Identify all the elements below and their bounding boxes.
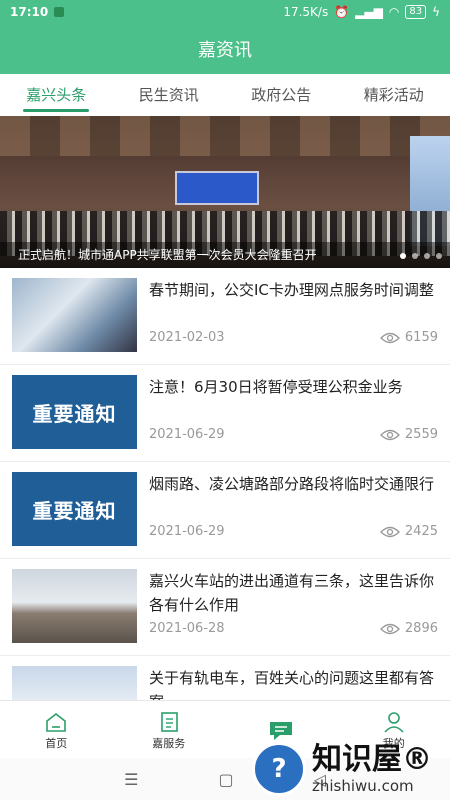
tab-government[interactable]: 政府公告 [225,74,338,116]
home-icon [44,709,68,735]
carousel-dot[interactable] [436,253,442,259]
news-title: 春节期间，公交IC卡办理网点服务时间调整 [149,281,434,299]
question-icon: ? [252,742,306,796]
nav-home-label: 首页 [45,737,68,750]
news-item[interactable]: 嘉兴火车站的进出通道有三条，这里告诉你各有什么作用 2021-06-28 289… [0,559,450,656]
watermark-title: 知识屋® [312,741,432,777]
app-header: 嘉资讯 [0,24,450,74]
home-square-icon[interactable]: ▢ [218,770,233,789]
network-speed: 17.5K/s [283,5,329,19]
signal-icon: ▂▄▆ [355,5,383,19]
news-thumbnail [12,569,137,643]
menu-icon[interactable]: ☰ [124,770,138,789]
charging-icon: ϟ [432,5,440,19]
nav-service-label: 嘉服务 [152,737,186,750]
news-title: 嘉兴火车站的进出通道有三条，这里告诉你各有什么作用 [149,572,435,614]
eye-icon [379,623,400,634]
watermark-subtitle: zhishiwu.com [312,776,414,795]
news-item[interactable]: 重要通知 烟雨路、凌公塘路部分路段将临时交通限行 2021-06-29 2425 [0,462,450,559]
news-date: 2021-06-29 [149,524,225,539]
news-thumbnail-notice: 重要通知 [12,375,137,449]
views-count: 2559 [404,427,438,442]
eye-icon [379,332,400,343]
alarm-icon: ⏰ [334,5,350,19]
banner-ceiling [0,116,450,156]
page-title: 嘉资讯 [198,40,252,61]
tab-livelihood[interactable]: 民生资讯 [113,74,226,116]
news-date: 2021-06-29 [149,427,225,442]
banner-caption: 正式启航！城市通APP共享联盟第一次会员大会隆重召开 [0,242,450,268]
views-count: 6159 [404,330,438,345]
eye-icon [379,429,400,440]
tab-activities[interactable]: 精彩活动 [338,74,450,116]
news-title: 注意！6月30日将暂停受理公积金业务 [149,378,403,396]
carousel-dot[interactable] [412,253,418,259]
carousel-dot[interactable] [400,253,406,259]
user-icon [382,709,406,735]
watermark-logo: ? 知识屋® zhishiwu.com [252,738,450,800]
tab-headlines[interactable]: 嘉兴头条 [0,74,113,116]
news-views: 2559 [379,427,438,442]
news-date: 2021-02-03 [149,330,225,345]
service-icon [157,709,181,735]
nav-home[interactable]: 首页 [0,701,113,759]
status-right: 17.5K/s ⏰ ▂▄▆ ◠ 83 ϟ [283,5,440,19]
battery-icon: 83 [405,5,427,19]
news-item[interactable]: 春节期间，公交IC卡办理网点服务时间调整 2021-02-03 6159 [0,268,450,365]
notification-icon [54,7,65,17]
tab-bar: 嘉兴头条 民生资讯 政府公告 精彩活动 [0,74,450,116]
watermark-text: 知识屋® zhishiwu.com [312,741,432,795]
status-time: 17:10 [10,5,49,19]
carousel-dots [400,253,442,259]
news-item[interactable]: 重要通知 注意！6月30日将暂停受理公积金业务 2021-06-29 2559 [0,365,450,462]
news-title: 烟雨路、凌公塘路部分路段将临时交通限行 [149,475,435,493]
wifi-icon: ◠ [388,5,400,19]
views-count: 2896 [404,621,438,636]
news-date: 2021-06-28 [149,621,225,636]
news-list: 春节期间，公交IC卡办理网点服务时间调整 2021-02-03 6159 重要通… [0,268,450,753]
news-thumbnail [12,278,137,352]
banner-carousel[interactable]: 正式启航！城市通APP共享联盟第一次会员大会隆重召开 [0,116,450,268]
status-bar: 17:10 17.5K/s ⏰ ▂▄▆ ◠ 83 ϟ [0,0,450,24]
news-thumbnail-notice: 重要通知 [12,472,137,546]
eye-icon [379,526,400,537]
news-views: 2425 [379,524,438,539]
banner-screen [175,171,259,205]
nav-service[interactable]: 嘉服务 [113,701,226,759]
news-views: 2896 [379,621,438,636]
carousel-dot[interactable] [424,253,430,259]
news-views: 6159 [379,330,438,345]
views-count: 2425 [404,524,438,539]
